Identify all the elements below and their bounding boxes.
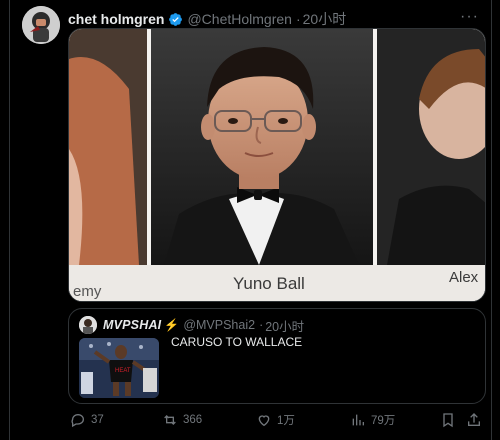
repost-count: 366	[183, 414, 203, 426]
quote-author-avatar[interactable]	[79, 316, 97, 334]
reply-icon	[71, 414, 84, 428]
views-count: 79万	[371, 415, 396, 427]
bookmark-button[interactable]	[440, 410, 456, 430]
reply-button[interactable]: 37	[70, 410, 104, 430]
avatar-image	[22, 6, 60, 44]
author-handle[interactable]: @ChetHolmgren	[187, 11, 291, 27]
basketball-photo-image: HEAT	[79, 338, 159, 398]
repost-icon	[164, 415, 176, 425]
separator-dot: ·	[259, 318, 264, 332]
nameplate-left: emy	[73, 283, 102, 300]
views-button[interactable]: 79万	[350, 410, 395, 430]
like-button[interactable]: 1万	[256, 410, 295, 430]
yearbook-photo-image	[69, 29, 485, 301]
bookmark-icon	[443, 413, 453, 428]
quote-text: CARUSO TO WALLACE	[171, 335, 303, 349]
verified-badge-icon	[168, 12, 183, 27]
repost-button[interactable]: 366	[162, 410, 202, 430]
quote-avatar-image	[79, 316, 97, 334]
separator-dot: ·	[295, 11, 301, 27]
lightning-icon: ⚡	[164, 318, 180, 332]
reply-count: 37	[91, 414, 104, 426]
tweet-time[interactable]: 20小时	[303, 9, 347, 29]
svg-text:HEAT: HEAT	[115, 368, 131, 374]
quote-author-name[interactable]: MVPSHAI	[103, 318, 161, 332]
author-name[interactable]: chet holmgren	[68, 11, 164, 27]
author-avatar[interactable]	[22, 6, 60, 44]
share-icon	[468, 413, 480, 426]
quote-header: MVPSHAI ⚡ @MVPShai2 · 20小时	[103, 316, 304, 334]
quote-time[interactable]: 20小时	[265, 316, 304, 335]
like-count: 1万	[277, 415, 295, 427]
quote-thumbnail[interactable]: HEAT	[79, 338, 159, 398]
quoted-tweet[interactable]: MVPSHAI ⚡ @MVPShai2 · 20小时 HEAT CARUSO T…	[68, 308, 486, 404]
action-bar: 37 366 1万 79万	[68, 410, 486, 430]
tweet-card: chet holmgren @ChetHolmgren · 20小时 ··· e…	[9, 0, 492, 440]
nameplate-right: Alex	[449, 269, 479, 286]
views-icon	[352, 414, 364, 426]
heart-icon	[258, 415, 270, 427]
tweet-header: chet holmgren @ChetHolmgren · 20小时 ···	[68, 8, 479, 30]
quote-author-handle[interactable]: @MVPShai2	[183, 318, 255, 332]
nameplate-center: Yuno Ball	[233, 274, 305, 293]
share-button[interactable]	[466, 410, 482, 430]
tweet-photo[interactable]: emy Yuno Ball Alex	[68, 28, 486, 302]
more-horizontal-icon[interactable]: ···	[460, 8, 479, 26]
